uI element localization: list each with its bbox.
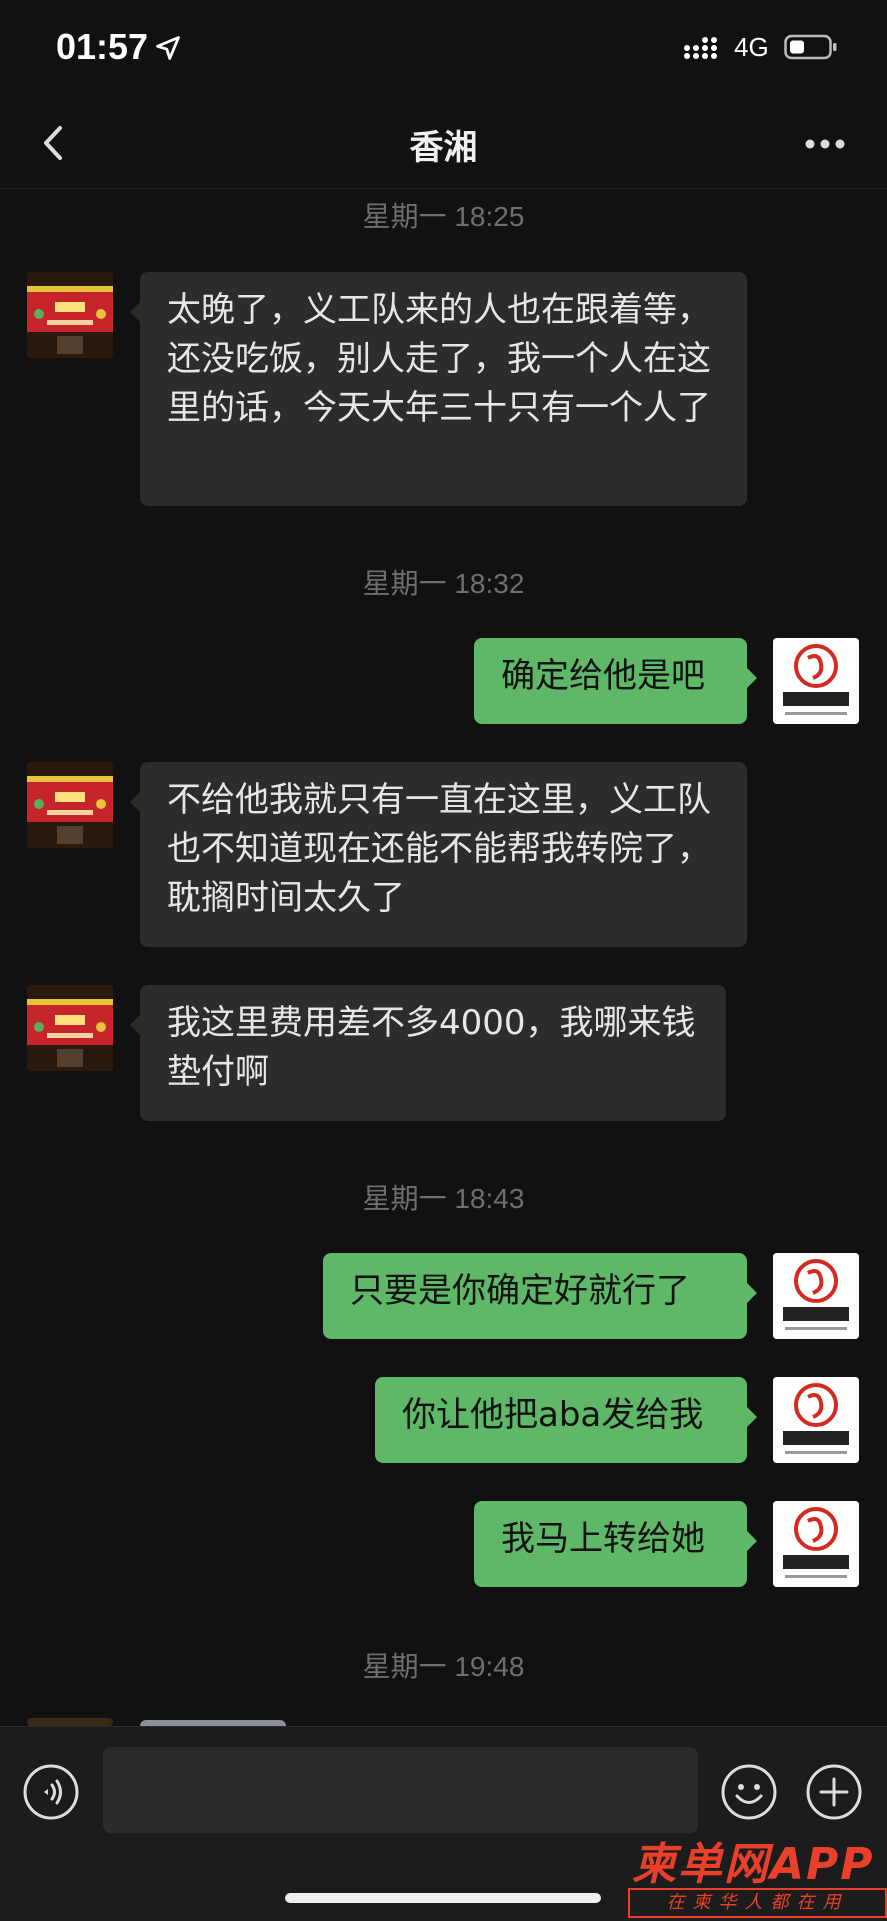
more-icon[interactable] <box>800 122 850 162</box>
restaurant-logo-icon <box>773 1253 859 1339</box>
message-input[interactable] <box>103 1747 698 1833</box>
timestamp: 星期一 18:32 <box>362 568 525 599</box>
message-bubble-received[interactable]: 太晚了，义工队来的人也在跟着等，还没吃饭，别人走了，我一个人在这里的话，今天大年… <box>130 272 747 506</box>
emoji-icon[interactable] <box>720 1763 778 1821</box>
restaurant-sign-icon <box>27 985 113 1071</box>
message-bubble-received[interactable]: 不给他我就只有一直在这里，义工队也不知道现在还能不能帮我转院了，耽搁时间太久了 <box>130 762 747 947</box>
timestamp: 星期一 18:43 <box>362 1183 525 1214</box>
timestamp: 星期一 18:25 <box>362 201 525 232</box>
voice-icon[interactable] <box>22 1763 80 1821</box>
restaurant-sign-icon <box>27 762 113 848</box>
watermark: 柬单网APP 在柬华人都在用 <box>628 1828 887 1920</box>
contact-avatar[interactable] <box>27 1718 113 1726</box>
watermark-title: 柬单网APP <box>632 1839 875 1890</box>
chat-title: 香湘 <box>409 128 478 168</box>
restaurant-logo-icon <box>773 1377 859 1463</box>
plus-icon[interactable] <box>805 1763 863 1821</box>
my-avatar[interactable] <box>773 1377 859 1463</box>
home-indicator[interactable] <box>285 1893 601 1903</box>
contact-avatar[interactable] <box>27 272 113 358</box>
restaurant-logo-icon <box>773 638 859 724</box>
restaurant-logo-icon <box>773 1501 859 1587</box>
network-type: 4G <box>734 32 769 62</box>
location-arrow-icon <box>156 36 180 60</box>
my-avatar[interactable] <box>773 1501 859 1587</box>
contact-avatar[interactable] <box>27 985 113 1071</box>
status-bar: 01:57 4G <box>0 0 887 100</box>
message-bubble-sent[interactable]: 你让他把aba发给我 <box>375 1377 757 1463</box>
signal-icon <box>684 37 717 59</box>
message-bubble-sent[interactable]: 只要是你确定好就行了 <box>323 1253 757 1339</box>
watermark-subtitle: 在柬华人都在用 <box>628 1888 887 1918</box>
timestamp: 星期一 19:48 <box>362 1651 525 1682</box>
nav-bar: 香湘 <box>0 100 887 189</box>
status-time: 01:57 <box>56 26 149 67</box>
restaurant-sign-icon <box>27 272 113 358</box>
my-avatar[interactable] <box>773 1253 859 1339</box>
contact-avatar[interactable] <box>27 762 113 848</box>
message-bubble-received[interactable]: 我这里费用差不多4000，我哪来钱垫付啊 <box>130 985 726 1121</box>
message-bubble-sent[interactable]: 我马上转给她 <box>474 1501 757 1587</box>
battery-icon <box>784 34 837 60</box>
my-avatar[interactable] <box>773 638 859 724</box>
message-bubble-sent[interactable]: 确定给他是吧 <box>474 638 757 724</box>
